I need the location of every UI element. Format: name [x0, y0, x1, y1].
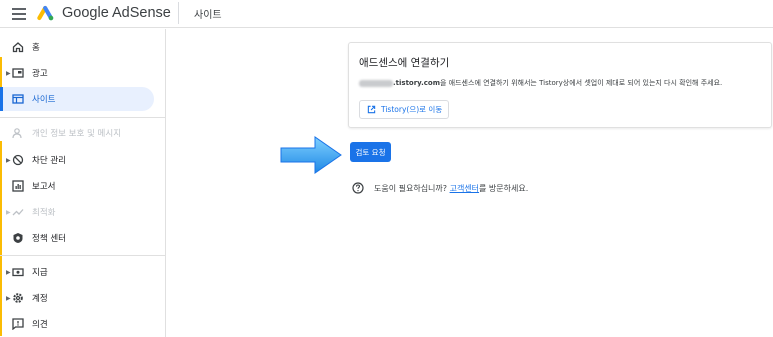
pointer-arrow-icon	[280, 136, 342, 174]
sidebar: 홈 ▶ 광고 사이트 개인 정보 보호 및 메시지 ▶ 차단 관리 보고서 ▶ …	[0, 29, 166, 337]
card-description: .tistory.com을 애드센스에 연결하기 위해서는 Tistory상에서…	[359, 78, 722, 88]
expand-caret-icon[interactable]: ▶	[6, 295, 11, 302]
expand-caret-icon[interactable]: ▶	[6, 70, 11, 77]
sidebar-divider	[0, 117, 166, 118]
sidebar-item-payments[interactable]: ▶ 지급	[0, 260, 154, 284]
sidebar-item-label: 홈	[32, 43, 40, 53]
sidebar-item-reports[interactable]: 보고서	[0, 174, 154, 198]
sidebar-item-label: 최적화	[32, 208, 56, 218]
sidebar-divider	[0, 255, 166, 256]
top-app-bar: Google AdSense 사이트	[0, 0, 773, 28]
header-divider	[178, 2, 179, 24]
sidebar-item-label: 정책 센터	[32, 234, 66, 244]
sidebar-item-home[interactable]: 홈	[0, 35, 154, 59]
breadcrumb: 사이트	[194, 10, 222, 21]
sidebar-item-label: 지급	[32, 268, 48, 278]
active-indicator	[0, 87, 3, 111]
adsense-logo-icon	[37, 5, 54, 21]
sidebar-item-ads[interactable]: ▶ 광고	[0, 61, 154, 85]
feedback-icon	[11, 317, 25, 331]
request-review-button[interactable]: 검토 요청	[350, 142, 391, 162]
sites-icon	[11, 92, 25, 106]
open-in-new-icon	[367, 105, 376, 114]
help-line: 도움이 필요하십니까? 고객센터를 방문하세요.	[352, 182, 528, 194]
go-to-tistory-label: Tistory(으)로 이동	[381, 105, 443, 114]
payments-icon	[11, 265, 25, 279]
expand-caret-icon[interactable]: ▶	[6, 269, 11, 276]
sidebar-item-label: 광고	[32, 69, 48, 79]
sidebar-item-label: 개인 정보 보호 및 메시지	[32, 129, 122, 139]
privacy-icon	[11, 126, 25, 140]
help-suffix: 를 방문하세요.	[479, 183, 529, 193]
card-title: 애드센스에 연결하기	[359, 57, 450, 69]
optimize-icon	[11, 205, 25, 219]
site-domain: .tistory.com	[393, 79, 441, 87]
block-icon	[11, 153, 25, 167]
redacted-domain	[359, 79, 393, 87]
expand-caret-icon[interactable]: ▶	[6, 157, 11, 164]
connect-card: 애드센스에 연결하기 .tistory.com을 애드센스에 연결하기 위해서는…	[348, 42, 772, 128]
go-to-tistory-button[interactable]: Tistory(으)로 이동	[359, 100, 449, 119]
reports-icon	[11, 179, 25, 193]
help-text: 도움이 필요하십니까? 고객센터를 방문하세요.	[374, 183, 528, 194]
sidebar-item-privacy[interactable]: 개인 정보 보호 및 메시지	[0, 121, 154, 145]
ads-icon	[11, 66, 25, 80]
sidebar-item-feedback[interactable]: 의견	[0, 312, 154, 336]
help-prefix: 도움이 필요하십니까?	[374, 183, 450, 193]
app-title: Google AdSense	[62, 5, 171, 21]
sidebar-item-label: 사이트	[32, 95, 56, 105]
help-icon	[352, 182, 364, 194]
description-text: 을 애드센스에 연결하기 위해서는 Tistory상에서 셋업이 제대로 되어 …	[440, 79, 723, 87]
hamburger-menu-icon[interactable]	[12, 8, 26, 20]
sidebar-item-label: 차단 관리	[32, 156, 66, 166]
home-icon	[11, 40, 25, 54]
expand-caret-icon[interactable]: ▶	[6, 209, 11, 216]
help-center-link[interactable]: 고객센터	[450, 184, 479, 193]
policy-icon	[11, 231, 25, 245]
sidebar-item-optimize[interactable]: ▶ 최적화	[0, 200, 154, 224]
gear-icon	[11, 291, 25, 305]
sidebar-item-blocking[interactable]: ▶ 차단 관리	[0, 148, 154, 172]
sidebar-item-label: 보고서	[32, 182, 56, 192]
sidebar-item-account[interactable]: ▶ 계정	[0, 286, 154, 310]
sidebar-item-label: 의견	[32, 320, 48, 330]
sidebar-item-policy[interactable]: 정책 센터	[0, 226, 154, 250]
sidebar-item-sites[interactable]: 사이트	[0, 87, 154, 111]
sidebar-item-label: 계정	[32, 294, 48, 304]
